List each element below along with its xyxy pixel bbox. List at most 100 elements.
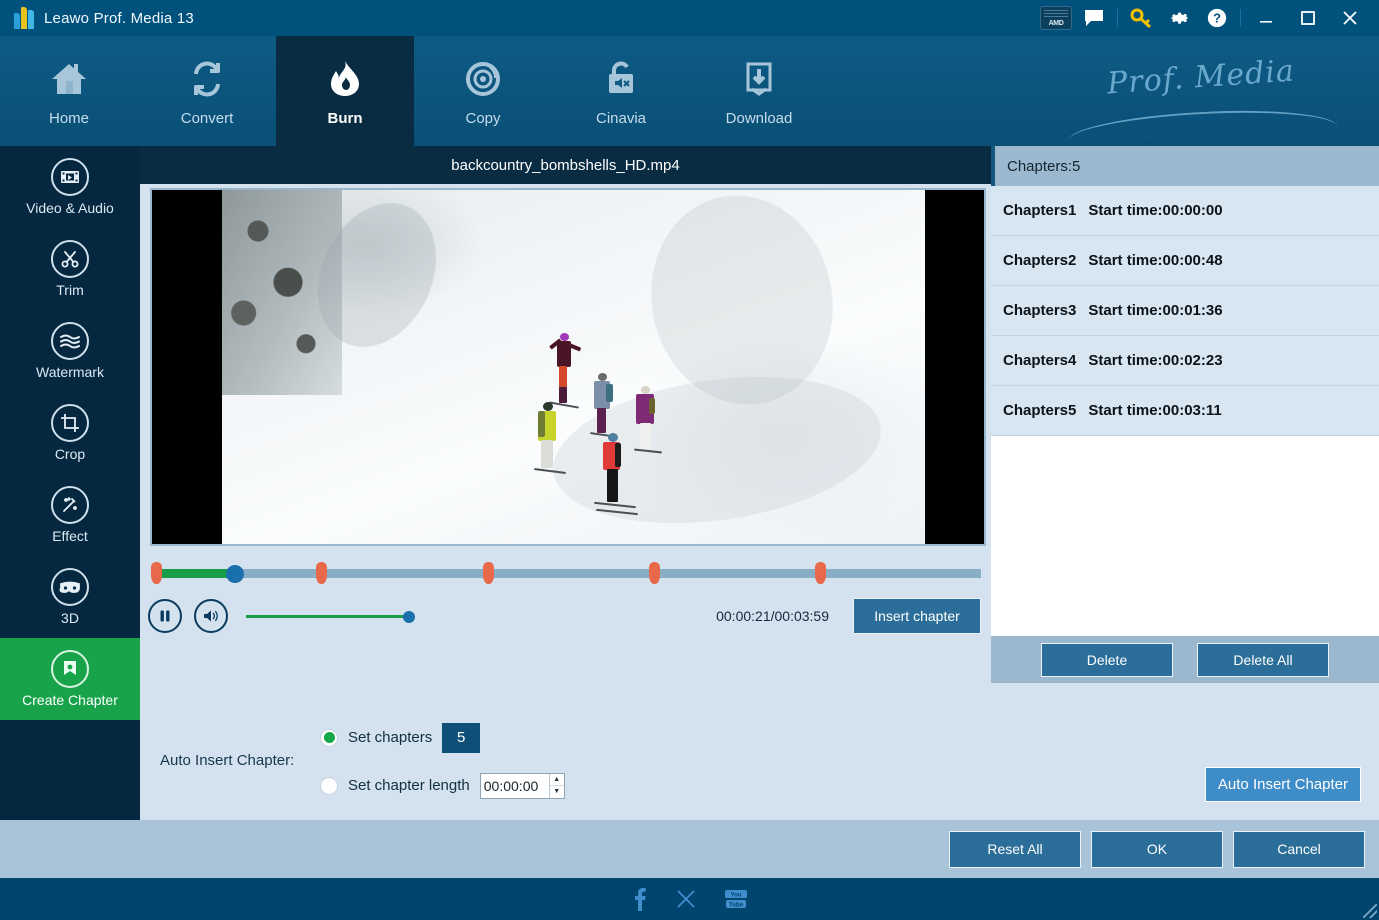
skier-figure — [533, 402, 568, 482]
youtube-icon[interactable]: You Tube — [724, 889, 748, 909]
sidebar-item-video-audio[interactable]: Video & Audio — [0, 146, 140, 228]
brand-swoosh — [1066, 104, 1338, 142]
nav-item-convert[interactable]: Convert — [138, 36, 276, 146]
chapter-marker[interactable] — [151, 562, 162, 584]
sidebar-item-crop[interactable]: Crop — [0, 392, 140, 474]
chapter-start-time: Start time:00:00:00 — [1088, 202, 1223, 219]
sidebar-label: Create Chapter — [22, 692, 118, 708]
chapter-length-input[interactable] — [480, 773, 549, 798]
chapter-list-item[interactable]: Chapters3 Start time:00:01:36 — [991, 286, 1379, 336]
key-icon[interactable] — [1122, 0, 1160, 36]
divider — [1117, 9, 1118, 27]
feedback-icon[interactable] — [1075, 0, 1113, 36]
skier-figure — [632, 386, 664, 458]
sidebar-label: Effect — [52, 528, 88, 544]
chapter-timeline[interactable] — [148, 560, 981, 586]
skier-figure — [594, 433, 638, 519]
nav-item-home[interactable]: Home — [0, 36, 138, 146]
chapter-marker[interactable] — [815, 562, 826, 584]
sidebar-item-trim[interactable]: Trim — [0, 228, 140, 310]
option-set-chapters[interactable]: Set chapters 5 — [320, 722, 565, 753]
timeline-thumb[interactable] — [226, 565, 244, 583]
app-window: Leawo Prof. Media 13 AMD ? Home Convert … — [0, 0, 1379, 920]
resize-grip[interactable] — [1363, 904, 1377, 918]
chapter-name: Chapters3 — [1003, 302, 1077, 319]
stepper-down-icon[interactable]: ▼ — [550, 786, 564, 798]
stepper-up-icon[interactable]: ▲ — [549, 774, 564, 786]
set-chapters-radio[interactable] — [320, 728, 338, 747]
chapter-list-item[interactable]: Chapters1 Start time:00:00:00 — [991, 186, 1379, 236]
chapter-length-stepper[interactable]: ▲ ▼ — [479, 772, 565, 799]
minimize-button[interactable] — [1245, 0, 1287, 36]
nav-item-burn[interactable]: Burn — [276, 36, 414, 146]
brand-text: Prof. Media — [1106, 53, 1296, 102]
video-still-image — [222, 190, 925, 544]
chapters-count-header: Chapters:5 — [991, 146, 1379, 186]
close-button[interactable] — [1329, 0, 1371, 36]
x-icon[interactable] — [676, 889, 696, 909]
pause-icon[interactable] — [148, 599, 182, 633]
divider — [1240, 9, 1241, 27]
timeline-track[interactable] — [154, 569, 981, 578]
volume-track — [246, 615, 406, 618]
time-display: 00:00:21/00:03:59 — [716, 608, 829, 624]
volume-slider[interactable] — [246, 608, 416, 624]
skier-figure — [544, 333, 586, 409]
convert-icon — [184, 56, 230, 102]
delete-button[interactable]: Delete — [1041, 642, 1173, 677]
chapter-name: Chapters1 — [1003, 202, 1077, 219]
chapter-list-item[interactable]: Chapters2 Start time:00:00:48 — [991, 236, 1379, 286]
chapter-marker[interactable] — [316, 562, 327, 584]
chapter-list-item[interactable]: Chapters4 Start time:00:02:23 — [991, 336, 1379, 386]
ok-button[interactable]: OK — [1091, 830, 1223, 868]
sidebar-label: Watermark — [36, 364, 104, 380]
stepper-arrows[interactable]: ▲ ▼ — [548, 773, 564, 798]
insert-chapter-button[interactable]: Insert chapter — [853, 598, 981, 634]
sidebar-item-watermark[interactable]: Watermark — [0, 310, 140, 392]
facebook-icon[interactable] — [632, 887, 648, 911]
option-set-chapter-length[interactable]: Set chapter length ▲ ▼ — [320, 772, 565, 799]
auto-insert-label: Auto Insert Chapter: — [160, 752, 295, 769]
nav-label: Convert — [180, 109, 234, 127]
title-bar-right: AMD ? — [1037, 0, 1379, 36]
brand-logo: Prof. Media — [1049, 36, 1379, 146]
chapter-start-time: Start time:00:02:23 — [1088, 352, 1223, 369]
volume-on-icon[interactable] — [194, 599, 228, 633]
chapters-list[interactable]: Chapters1 Start time:00:00:00 Chapters2 … — [991, 186, 1379, 636]
leawo-logo-icon — [14, 7, 34, 29]
set-chapters-value[interactable]: 5 — [442, 722, 481, 753]
chapter-name: Chapters2 — [1003, 252, 1077, 269]
chapter-start-time: Start time:00:03:11 — [1088, 402, 1222, 419]
nav-item-download[interactable]: Download — [690, 36, 828, 146]
auto-insert-chapter-button[interactable]: Auto Insert Chapter — [1204, 767, 1361, 802]
chapter-list-item[interactable]: Chapters5 Start time:00:03:11 — [991, 386, 1379, 436]
chapter-start-time: Start time:00:00:48 — [1088, 252, 1223, 269]
video-frame — [150, 188, 986, 546]
auto-insert-action-area: Auto Insert Chapter — [991, 683, 1379, 820]
set-chapter-length-radio[interactable] — [320, 776, 338, 795]
chapters-actions: Delete Delete All — [991, 636, 1379, 683]
scissors-icon — [51, 240, 89, 278]
nav-item-copy[interactable]: Copy — [414, 36, 552, 146]
help-icon[interactable]: ? — [1198, 0, 1236, 36]
edit-sidebar: Video & Audio Trim Watermark Crop Effect… — [0, 146, 140, 820]
crop-icon — [51, 404, 89, 442]
video-stage[interactable] — [152, 190, 984, 544]
maximize-button[interactable] — [1287, 0, 1329, 36]
sidebar-item-effect[interactable]: Effect — [0, 474, 140, 556]
sidebar-item-3d[interactable]: 3D — [0, 556, 140, 638]
nav-item-cinavia[interactable]: Cinavia — [552, 36, 690, 146]
chapter-marker[interactable] — [483, 562, 494, 584]
delete-all-button[interactable]: Delete All — [1197, 642, 1329, 677]
sidebar-item-create-chapter[interactable]: Create Chapter — [0, 638, 140, 720]
reset-all-button[interactable]: Reset All — [949, 830, 1081, 868]
set-chapters-label: Set chapters — [348, 729, 433, 746]
chapter-marker[interactable] — [649, 562, 660, 584]
amd-label: AMD — [1048, 20, 1064, 27]
volume-thumb[interactable] — [403, 611, 415, 623]
gear-icon[interactable] — [1160, 0, 1198, 36]
nav-label: Cinavia — [595, 109, 647, 127]
magic-wand-icon — [51, 486, 89, 524]
chapters-panel: Chapters:5 Chapters1 Start time:00:00:00… — [991, 146, 1379, 683]
cancel-button[interactable]: Cancel — [1233, 830, 1365, 868]
